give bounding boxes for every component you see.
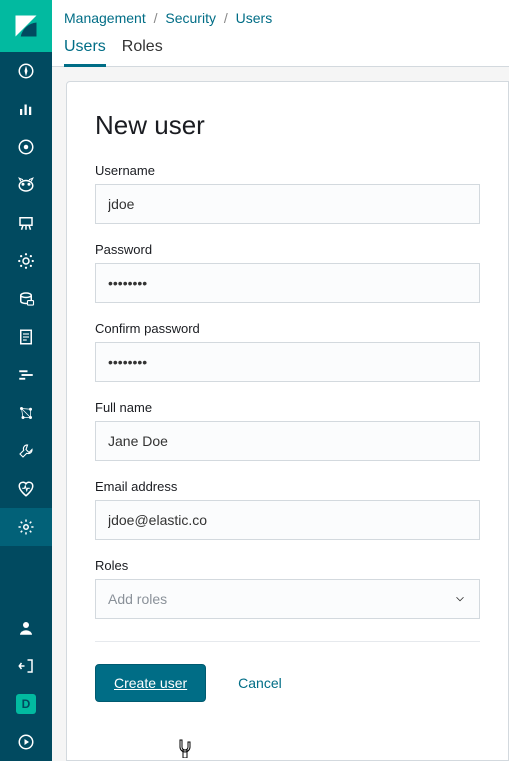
nav-dashboard[interactable] — [0, 128, 52, 166]
nav-ml[interactable] — [0, 242, 52, 280]
breadcrumb-sep: / — [224, 10, 228, 26]
nav-devtools[interactable] — [0, 432, 52, 470]
chevron-down-icon — [453, 592, 467, 606]
nav-management[interactable] — [0, 508, 52, 546]
nav-logs[interactable] — [0, 318, 52, 356]
confirm-password-input[interactable] — [95, 342, 480, 382]
breadcrumb-management[interactable]: Management — [64, 10, 146, 26]
nav-space-badge[interactable]: D — [0, 685, 52, 723]
tab-users[interactable]: Users — [64, 32, 106, 67]
nav-user[interactable] — [0, 609, 52, 647]
email-label: Email address — [95, 479, 480, 494]
nav-collapse[interactable] — [0, 723, 52, 761]
tab-roles[interactable]: Roles — [122, 32, 163, 66]
create-user-button[interactable]: Create user — [95, 664, 206, 702]
nav-canvas[interactable] — [0, 204, 52, 242]
kibana-logo[interactable] — [0, 0, 52, 52]
nav-graph[interactable] — [0, 394, 52, 432]
nav-timelion[interactable] — [0, 166, 52, 204]
divider — [95, 641, 480, 642]
roles-placeholder: Add roles — [108, 591, 167, 607]
page-title: New user — [95, 110, 480, 141]
email-input[interactable] — [95, 500, 480, 540]
main: Management / Security / Users Users Role… — [52, 0, 509, 761]
cancel-button[interactable]: Cancel — [238, 675, 282, 691]
form-card: New user Username Password Confirm passw… — [66, 81, 509, 761]
username-label: Username — [95, 163, 480, 178]
fullname-label: Full name — [95, 400, 480, 415]
nav-discover[interactable] — [0, 52, 52, 90]
password-input[interactable] — [95, 263, 480, 303]
breadcrumb-users[interactable]: Users — [236, 10, 273, 26]
breadcrumb: Management / Security / Users — [52, 0, 509, 32]
nav-visualize[interactable] — [0, 90, 52, 128]
nav-monitoring[interactable] — [0, 470, 52, 508]
breadcrumb-security[interactable]: Security — [165, 10, 216, 26]
breadcrumb-sep: / — [154, 10, 158, 26]
sidebar: D — [0, 0, 52, 761]
fullname-input[interactable] — [95, 421, 480, 461]
confirm-password-label: Confirm password — [95, 321, 480, 336]
tabs: Users Roles — [52, 32, 509, 67]
nav-logout[interactable] — [0, 647, 52, 685]
nav-apm[interactable] — [0, 356, 52, 394]
password-label: Password — [95, 242, 480, 257]
roles-select[interactable]: Add roles — [95, 579, 480, 619]
roles-label: Roles — [95, 558, 480, 573]
username-input[interactable] — [95, 184, 480, 224]
nav-infra[interactable] — [0, 280, 52, 318]
